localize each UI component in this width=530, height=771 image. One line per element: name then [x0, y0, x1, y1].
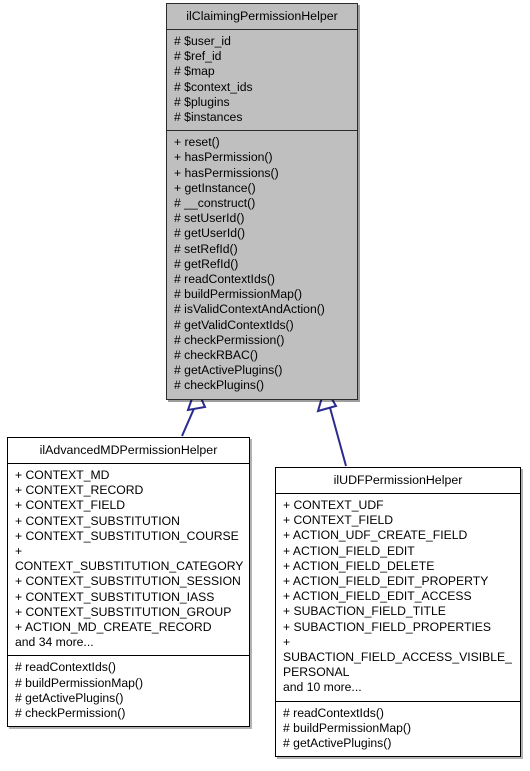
attribute-item: + CONTEXT_UDF [283, 498, 384, 512]
operation-item: + reset() [174, 135, 220, 150]
attributes-compartment: + CONTEXT_UDF + CONTEXT_FIELD + ACTION_U… [276, 494, 520, 701]
operation-item: # checkPermission() [174, 332, 285, 347]
operation-item: # __construct() [174, 196, 256, 211]
operation-item: # buildPermissionMap() [15, 675, 144, 690]
attribute-item: + CONTEXT_SUBSTITUTION_IASS [15, 589, 215, 604]
operations-compartment: # readContextIds() # buildPermissionMap(… [8, 656, 249, 726]
operation-item: # readContextIds() [283, 705, 384, 720]
attribute-item: + CONTEXT_FIELD [283, 513, 394, 528]
attribute-item: # $instances [174, 110, 243, 125]
class-title: ilClaimingPermissionHelper [186, 9, 338, 23]
attributes-compartment: # $user_id # $ref_id # $map # $context_i… [167, 30, 357, 130]
operation-item: # checkPermission() [15, 706, 126, 721]
attribute-item: + CONTEXT_SUBSTITUTION_COURSE [15, 528, 239, 543]
attribute-item: + ACTION_MD_CREATE_RECORD [15, 620, 212, 635]
uml-class-ilclaimingpermissionhelper[interactable]: ilClaimingPermissionHelper # $user_id # … [166, 3, 358, 400]
class-title: ilUDFPermissionHelper [333, 473, 463, 487]
operations-compartment: # readContextIds() # buildPermissionMap(… [276, 702, 520, 757]
attribute-item: + CONTEXT_RECORD [15, 483, 144, 498]
attribute-item: + SUBACTION_FIELD_PROPERTIES [283, 619, 492, 634]
operation-item: # getValidContextIds() [174, 317, 294, 332]
attribute-item: + ACTION_FIELD_EDIT [283, 543, 415, 558]
attributes-compartment: + CONTEXT_MD + CONTEXT_RECORD + CONTEXT_… [8, 464, 249, 655]
attribute-item: + SUBACTION_FIELD_ACCESS_VISIBLE_PERSONA… [283, 634, 512, 680]
operations-compartment: + reset() + hasPermission() + hasPermiss… [167, 131, 357, 398]
attribute-item: # $user_id [174, 34, 231, 48]
attribute-item: + ACTION_FIELD_DELETE [283, 558, 435, 573]
operation-item: # getRefId() [174, 256, 239, 271]
operation-item: # getActivePlugins() [283, 736, 392, 751]
operation-item: # setRefId() [174, 241, 238, 256]
operation-item: # readContextIds() [15, 660, 116, 675]
uml-class-diagram: ilClaimingPermissionHelper # $user_id # … [0, 0, 530, 771]
operation-item: # buildPermissionMap() [174, 287, 303, 302]
operation-item: # isValidContextAndAction() [174, 302, 325, 317]
operation-item: # buildPermissionMap() [283, 720, 412, 735]
attribute-item: + CONTEXT_MD [15, 468, 110, 482]
attribute-item: + CONTEXT_SUBSTITUTION_CATEGORY [15, 544, 244, 574]
operation-item: # getActivePlugins() [15, 690, 124, 705]
operation-item: # getActivePlugins() [174, 363, 283, 378]
operation-item: # checkPlugins() [174, 378, 265, 393]
attribute-item: # $map [174, 64, 215, 79]
attribute-item: + CONTEXT_SUBSTITUTION_GROUP [15, 604, 232, 619]
attribute-item: + CONTEXT_SUBSTITUTION_SESSION [15, 574, 241, 589]
operation-item: # setUserId() [174, 211, 245, 226]
operation-item: # getUserId() [174, 226, 246, 241]
attributes-truncation-note: and 10 more... [283, 680, 362, 695]
attribute-item: + ACTION_UDF_CREATE_FIELD [283, 528, 468, 543]
attribute-item: # $context_ids [174, 79, 253, 94]
operation-item: + hasPermission() [174, 150, 273, 165]
operation-item: + getInstance() [174, 180, 256, 195]
operation-item: # readContextIds() [174, 272, 275, 287]
attribute-item: + SUBACTION_FIELD_TITLE [283, 604, 446, 619]
attribute-item: + ACTION_FIELD_EDIT_PROPERTY [283, 574, 489, 589]
attribute-item: + CONTEXT_SUBSTITUTION [15, 513, 180, 528]
uml-class-iladvancedmdpermissionhelper[interactable]: ilAdvancedMDPermissionHelper + CONTEXT_M… [7, 437, 250, 728]
attribute-item: # $plugins [174, 94, 230, 109]
attribute-item: + ACTION_FIELD_EDIT_ACCESS [283, 589, 472, 604]
class-title: ilAdvancedMDPermissionHelper [39, 443, 218, 457]
operation-item: + hasPermissions() [174, 165, 279, 180]
operation-item: # checkRBAC() [174, 348, 258, 363]
attributes-truncation-note: and 34 more... [15, 635, 94, 650]
attribute-item: + CONTEXT_FIELD [15, 498, 126, 513]
attribute-item: # $ref_id [174, 49, 222, 64]
uml-class-iludfpermissionhelper[interactable]: ilUDFPermissionHelper + CONTEXT_UDF + CO… [275, 467, 521, 758]
